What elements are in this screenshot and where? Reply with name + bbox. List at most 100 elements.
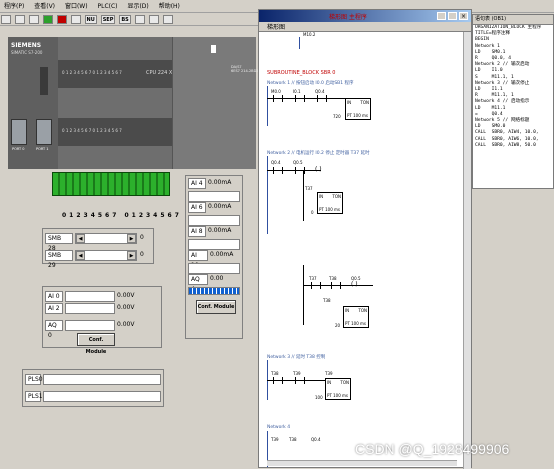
ai6-value: 0.00mA xyxy=(208,203,232,210)
network4-title: Network 4 xyxy=(267,425,291,430)
timer-3[interactable]: IN TON PT 100 ms xyxy=(343,306,369,328)
timer-2[interactable]: IN TON PT 100 ms xyxy=(317,192,343,214)
t2-ton: TON xyxy=(332,194,341,199)
t4-preset: 100 xyxy=(315,395,323,400)
power-rail-2 xyxy=(267,156,268,234)
output-led-labels: 0 1 2 3 4 5 6 7 0 1 2 3 4 5 6 7 xyxy=(62,128,122,133)
ai6-label: AI 6 xyxy=(188,202,206,213)
ai8-slider[interactable] xyxy=(188,239,240,250)
n3-contact2[interactable] xyxy=(331,282,341,289)
power-rail-1 xyxy=(267,86,268,126)
timer-1[interactable]: IN TON PT 100 ms xyxy=(345,98,371,120)
smb28-slider[interactable]: ◀ ▶ xyxy=(75,233,137,244)
t3-addr: T38 xyxy=(323,298,331,303)
t1-in: IN xyxy=(347,100,352,105)
smb29-value: 0 xyxy=(140,251,144,258)
plc-brand: SIEMENS xyxy=(11,42,42,49)
menu-display[interactable]: 显示(D) xyxy=(123,0,152,11)
zoom-button[interactable] xyxy=(134,15,145,24)
t4-ton: TON xyxy=(340,380,349,385)
bs-button[interactable]: BS xyxy=(119,15,131,24)
smb28-left-arrow[interactable]: ◀ xyxy=(76,234,85,243)
maximize-icon[interactable] xyxy=(448,12,457,20)
ai4-slider[interactable] xyxy=(188,191,240,202)
ai0-slider[interactable] xyxy=(65,291,115,302)
pls1-field[interactable] xyxy=(43,391,161,402)
port1-label: PORT 1 xyxy=(36,147,49,151)
t3-addr-b: T38 xyxy=(329,276,337,281)
input-switch-bar[interactable] xyxy=(52,172,170,196)
menu-view[interactable]: 查看(V) xyxy=(30,0,59,11)
smb28-right-arrow[interactable]: ▶ xyxy=(127,234,136,243)
t3-ton: TON xyxy=(358,308,367,313)
menu-plc[interactable]: PLC(C) xyxy=(94,2,122,11)
n1-contact2-addr: I0.1 xyxy=(293,89,301,94)
open-button[interactable] xyxy=(14,15,25,24)
t4-in: IN xyxy=(327,380,332,385)
monitor-button[interactable] xyxy=(148,15,159,24)
step-button[interactable] xyxy=(70,15,81,24)
ai10-slider[interactable] xyxy=(188,263,240,274)
switch-labels: 01234567 01234567 xyxy=(62,212,182,219)
port1-connector xyxy=(36,119,52,145)
chart-button[interactable] xyxy=(162,15,173,24)
stl-code: ORGANIZATION_BLOCK 主程序 TITLE=程序注释 BEGIN … xyxy=(475,25,542,148)
n5-contact2-addr: T38 xyxy=(289,437,297,442)
plc-expansion-module: DA/S7 6ES7 214-2BD23-0XB0 xyxy=(172,37,271,169)
n1-contact1[interactable] xyxy=(273,95,283,102)
ai2-value: 0.00V xyxy=(117,304,135,311)
conf-module-button-2[interactable]: Conf. Module xyxy=(77,333,115,355)
n3-coil[interactable]: ( ) xyxy=(351,281,358,288)
sep-button[interactable]: SEP xyxy=(100,15,116,24)
n4-contact2-addr: T39 xyxy=(293,371,301,376)
aq0-value: 0.00V xyxy=(117,321,135,328)
menu-program[interactable]: 程序(P) xyxy=(0,0,28,11)
smb29-left-arrow[interactable]: ◀ xyxy=(76,251,85,260)
ai2-slider[interactable] xyxy=(65,303,115,314)
stop-button[interactable] xyxy=(56,15,67,24)
smb29-right-arrow[interactable]: ▶ xyxy=(127,251,136,260)
smb29-label: SMB 29 xyxy=(45,250,73,269)
ladder-scrollbar[interactable] xyxy=(463,32,471,469)
conf-module-button[interactable]: Conf. Module xyxy=(196,300,236,314)
stl-title: 语句表 (OB1) xyxy=(473,15,553,25)
n1-contact3[interactable] xyxy=(317,95,327,102)
network1-title: Network 1 // 按钮启动 I0.0 启动SB1 程序 xyxy=(267,81,354,86)
ai0-group: AI 0 0.00V AI 2 0.00V AQ 0 0.00V Conf. M… xyxy=(42,286,162,355)
aq4-value: 0.00 xyxy=(210,275,224,282)
t1-ton: TON xyxy=(360,100,369,105)
t1-pt: PT 100 ms xyxy=(347,113,369,118)
t3-in: IN xyxy=(345,308,350,313)
t3-preset: 20 xyxy=(335,323,341,328)
n4-contact1[interactable] xyxy=(273,377,283,384)
smb28-value: 0 xyxy=(140,234,144,241)
t2-addr: T37 xyxy=(305,186,313,191)
new-button[interactable] xyxy=(1,15,11,24)
menu-help[interactable]: 帮助(H) xyxy=(155,0,184,11)
n2-contact1-addr: Q0.4 xyxy=(271,160,281,165)
n4-contact2[interactable] xyxy=(295,377,305,384)
n2-contact1[interactable] xyxy=(273,167,283,174)
smb29-slider[interactable]: ◀ ▶ xyxy=(75,250,137,261)
save-button[interactable] xyxy=(28,15,39,24)
subroutine-header: SUBROUTINE_BLOCK SBR 0 xyxy=(267,70,336,76)
minimize-icon[interactable] xyxy=(437,12,446,20)
pls0-field[interactable] xyxy=(43,374,161,385)
ladder-title: 梯形图 主程序 xyxy=(329,14,367,21)
close-icon[interactable]: × xyxy=(459,12,468,20)
n1-contact3-addr: Q0.4 xyxy=(315,89,325,94)
t1-preset: 720 xyxy=(333,114,341,119)
ladder-hscroll[interactable] xyxy=(267,460,457,466)
ai6-slider[interactable] xyxy=(188,215,240,226)
nu-button[interactable]: NU xyxy=(84,15,97,24)
ai4-value: 0.00mA xyxy=(208,179,232,186)
aq0-label: AQ 0 xyxy=(45,320,63,339)
n1-contact2[interactable] xyxy=(295,95,305,102)
timer-4[interactable]: IN TON PT 100 ms xyxy=(325,378,351,400)
t2-preset: 0 xyxy=(311,210,314,215)
n3-contact1[interactable] xyxy=(311,282,321,289)
menu-window[interactable]: 窗口(W) xyxy=(61,0,92,11)
n2-coil[interactable]: ( ) xyxy=(315,166,322,173)
run-button[interactable] xyxy=(42,15,53,24)
smb28-label: SMB 28 xyxy=(45,233,73,252)
